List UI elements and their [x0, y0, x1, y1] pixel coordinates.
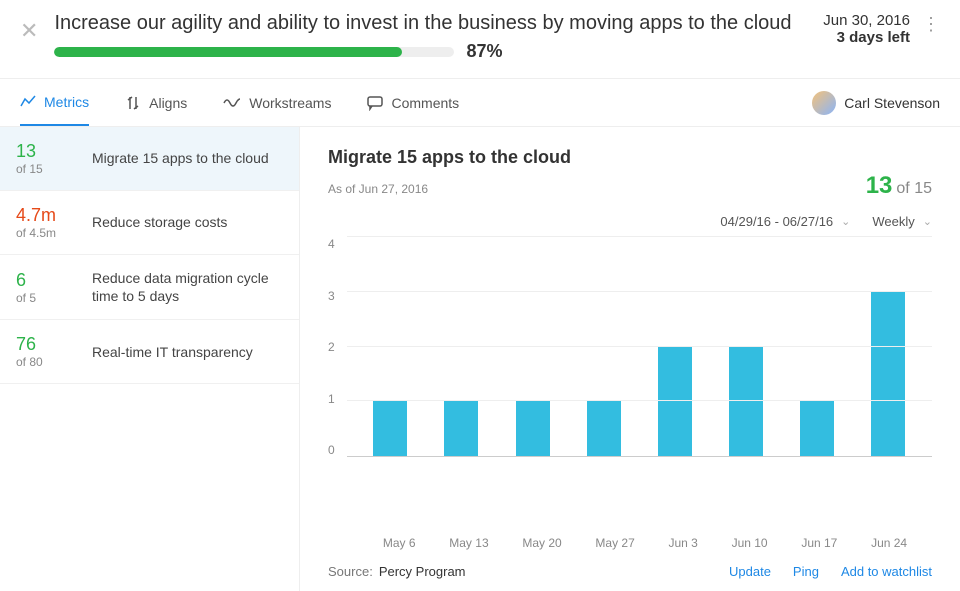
- close-icon[interactable]: ✕: [20, 18, 38, 44]
- metric-of: of 15: [16, 162, 76, 176]
- update-link[interactable]: Update: [729, 564, 771, 579]
- progress-percent: 87%: [466, 41, 502, 62]
- metric-item[interactable]: 76of 80 Real-time IT transparency: [0, 320, 299, 384]
- tab-label: Aligns: [149, 95, 187, 111]
- progress-bar: [54, 47, 454, 57]
- x-tick: May 13: [449, 536, 488, 550]
- chart-bar: [729, 347, 763, 457]
- metric-label: Migrate 15 apps to the cloud: [92, 149, 283, 167]
- y-axis: 43210: [328, 237, 347, 457]
- chevron-down-icon: ⌄: [923, 215, 932, 228]
- avatar: [812, 91, 836, 115]
- x-tick: May 6: [383, 536, 416, 550]
- x-tick: May 20: [522, 536, 561, 550]
- chart-plot: [347, 237, 932, 457]
- metric-item[interactable]: 4.7mof 4.5m Reduce storage costs: [0, 191, 299, 255]
- tab-comments[interactable]: Comments: [367, 79, 459, 126]
- tab-workstreams[interactable]: Workstreams: [223, 79, 331, 126]
- metric-of: of 4.5m: [16, 226, 76, 240]
- metrics-icon: [20, 94, 36, 110]
- x-tick: Jun 10: [732, 536, 768, 550]
- metric-label: Reduce storage costs: [92, 213, 283, 231]
- metrics-sidebar: 13of 15Migrate 15 apps to the cloud4.7mo…: [0, 127, 300, 591]
- source-value: Percy Program: [379, 564, 466, 579]
- metric-item[interactable]: 13of 15 Migrate 15 apps to the cloud: [0, 127, 299, 191]
- metric-of: of 5: [16, 291, 76, 305]
- detail-value: 13: [866, 172, 893, 200]
- interval-dropdown[interactable]: Weekly ⌄: [872, 214, 932, 229]
- chart-bar: [800, 401, 834, 456]
- metric-label: Reduce data migration cycle time to 5 da…: [92, 269, 283, 305]
- x-tick: Jun 3: [669, 536, 698, 550]
- date-range-label: 04/29/16 - 06/27/16: [720, 214, 833, 229]
- x-axis: May 6 May 13 May 20 May 27 Jun 3 Jun 10 Jun 17…: [358, 530, 932, 550]
- interval-label: Weekly: [872, 214, 914, 229]
- date-range-dropdown[interactable]: 04/29/16 - 06/27/16 ⌄: [720, 214, 850, 229]
- metric-of: of 80: [16, 355, 76, 369]
- metric-item[interactable]: 6of 5 Reduce data migration cycle time to…: [0, 255, 299, 320]
- header-main: Increase our agility and ability to inve…: [54, 12, 803, 62]
- x-tick: Jun 17: [801, 536, 837, 550]
- chart-bar: [444, 401, 478, 456]
- source-label: Source:: [328, 564, 373, 579]
- due-date: Jun 30, 2016: [823, 12, 910, 29]
- detail-title: Migrate 15 apps to the cloud: [328, 147, 932, 168]
- x-tick: May 27: [595, 536, 634, 550]
- as-of-label: As of Jun 27, 2016: [328, 182, 428, 196]
- chart-bar: [587, 401, 621, 456]
- tab-metrics[interactable]: Metrics: [20, 79, 89, 126]
- metric-value: 4.7m: [16, 205, 76, 226]
- tab-label: Metrics: [44, 94, 89, 110]
- owner-chip[interactable]: Carl Stevenson: [812, 91, 940, 115]
- metric-value: 13: [16, 141, 76, 162]
- owner-name: Carl Stevenson: [844, 95, 940, 111]
- detail-of: of 15: [896, 180, 932, 198]
- metric-value: 6: [16, 270, 76, 291]
- tab-aligns[interactable]: Aligns: [125, 79, 187, 126]
- days-left: 3 days left: [823, 29, 910, 46]
- comments-icon: [367, 95, 383, 111]
- metric-label: Real-time IT transparency: [92, 343, 283, 361]
- chart-bar: [658, 347, 692, 457]
- chart: 43210: [328, 237, 932, 530]
- chart-bar: [871, 292, 905, 456]
- aligns-icon: [125, 95, 141, 111]
- goal-title: Increase our agility and ability to inve…: [54, 12, 803, 35]
- tab-label: Comments: [391, 95, 459, 111]
- chevron-down-icon: ⌄: [841, 215, 850, 228]
- ping-link[interactable]: Ping: [793, 564, 819, 579]
- chart-bar: [516, 401, 550, 456]
- metric-value: 76: [16, 334, 76, 355]
- workstreams-icon: [223, 95, 241, 111]
- more-menu-icon[interactable]: ⋮: [922, 14, 940, 35]
- header-dates: Jun 30, 2016 3 days left: [823, 12, 910, 46]
- watchlist-link[interactable]: Add to watchlist: [841, 564, 932, 579]
- x-tick: Jun 24: [871, 536, 907, 550]
- chart-bar: [373, 401, 407, 456]
- tab-label: Workstreams: [249, 95, 331, 111]
